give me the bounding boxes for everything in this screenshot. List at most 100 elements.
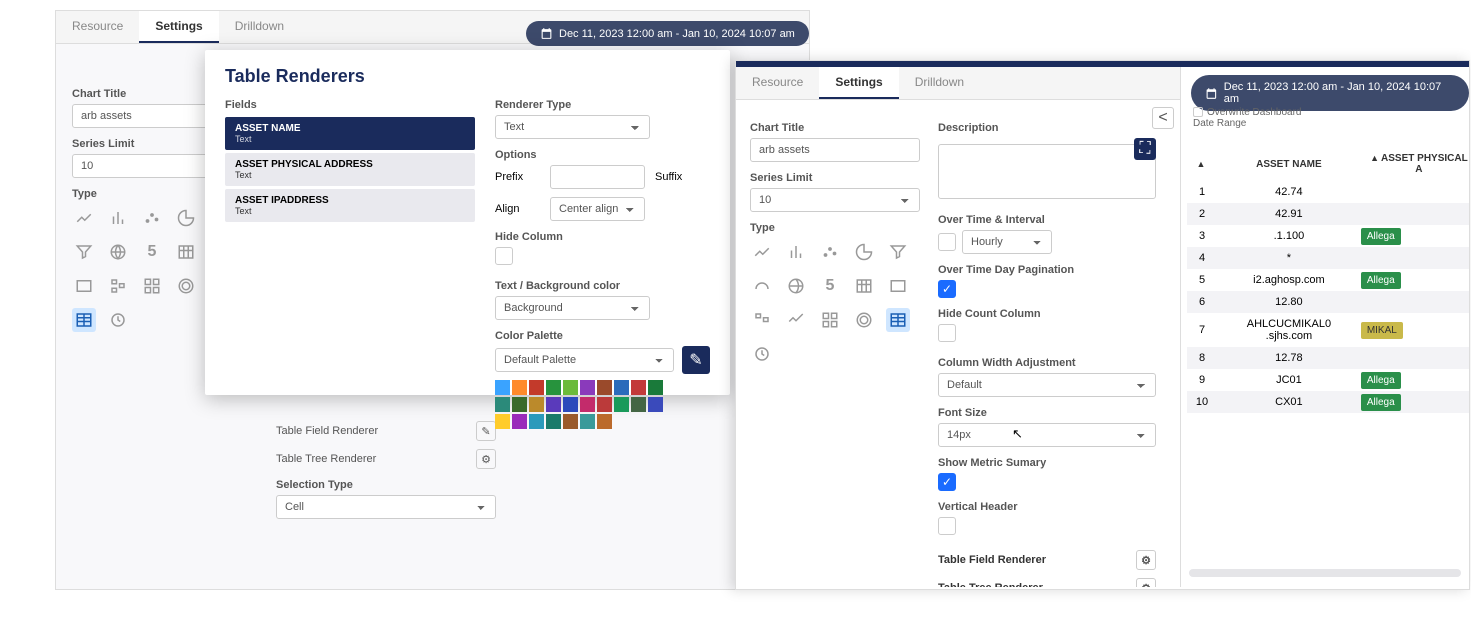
- color-swatch[interactable]: [512, 397, 527, 412]
- r-date-range-pill[interactable]: Dec 11, 2023 12:00 am - Jan 10, 2024 10:…: [1191, 75, 1469, 111]
- color-swatch[interactable]: [614, 397, 629, 412]
- r-table-tree-renderer-gear[interactable]: ⚙: [1136, 578, 1156, 587]
- date-range-pill[interactable]: Dec 11, 2023 12:00 am - Jan 10, 2024 10:…: [526, 21, 809, 46]
- color-swatch[interactable]: [580, 380, 595, 395]
- color-swatch[interactable]: [563, 380, 578, 395]
- table-row[interactable]: 242.91: [1187, 203, 1469, 225]
- number-five-icon[interactable]: 5: [140, 240, 164, 264]
- field-row[interactable]: ASSET PHYSICAL ADDRESSText: [225, 153, 475, 186]
- grid-icon[interactable]: [140, 274, 164, 298]
- th-asset-physical[interactable]: ASSET PHYSICAL A: [1381, 153, 1468, 175]
- card-icon[interactable]: [72, 274, 96, 298]
- color-swatch[interactable]: [529, 380, 544, 395]
- table-row[interactable]: 10CX01Allega: [1187, 391, 1469, 413]
- prefix-input[interactable]: [550, 165, 645, 189]
- r-timeline-icon[interactable]: [750, 342, 774, 366]
- table-row[interactable]: 5i2.aghosp.comAllega: [1187, 269, 1469, 291]
- table-row[interactable]: 3.1.100Allega: [1187, 225, 1469, 247]
- description-expand-button[interactable]: ⛶: [1134, 138, 1156, 160]
- color-swatch[interactable]: [495, 380, 510, 395]
- color-swatch[interactable]: [563, 397, 578, 412]
- table-row[interactable]: 612.80: [1187, 291, 1469, 313]
- color-swatch[interactable]: [512, 380, 527, 395]
- line-chart-icon[interactable]: [72, 206, 96, 230]
- r-gauge-chart-icon[interactable]: [750, 274, 774, 298]
- sort-arrow-icon-2[interactable]: ▲: [1370, 153, 1379, 163]
- hide-count-checkbox[interactable]: [938, 324, 956, 342]
- color-swatch[interactable]: [580, 397, 595, 412]
- horizontal-scrollbar[interactable]: [1189, 569, 1461, 577]
- scatter-chart-icon[interactable]: [140, 206, 164, 230]
- r-globe-icon[interactable]: [784, 274, 808, 298]
- color-swatch[interactable]: [529, 397, 544, 412]
- table-row[interactable]: 7AHLCUCMIKAL0 .sjhs.comMIKAL: [1187, 313, 1469, 347]
- over-time-day-checkbox[interactable]: ✓: [938, 280, 956, 298]
- timeline-icon[interactable]: [106, 308, 130, 332]
- r-number-five-icon[interactable]: 5: [818, 274, 842, 298]
- color-swatch[interactable]: [546, 414, 561, 429]
- palette-select[interactable]: Default Palette: [495, 348, 674, 372]
- color-swatch[interactable]: [597, 414, 612, 429]
- tab-drilldown[interactable]: Drilldown: [219, 11, 300, 43]
- r-table-icon[interactable]: [852, 274, 876, 298]
- description-textarea[interactable]: [938, 144, 1156, 199]
- show-metric-checkbox[interactable]: ✓: [938, 473, 956, 491]
- table-tree-renderer-gear[interactable]: ⚙: [476, 449, 496, 469]
- r-bar-chart-icon[interactable]: [784, 240, 808, 264]
- r-data-table-icon[interactable]: [886, 308, 910, 332]
- renderer-type-select[interactable]: Text: [495, 115, 650, 139]
- r-card-icon[interactable]: [886, 274, 910, 298]
- funnel-chart-icon[interactable]: [72, 240, 96, 264]
- tree-icon[interactable]: [106, 274, 130, 298]
- color-swatch[interactable]: [597, 380, 612, 395]
- color-swatch[interactable]: [648, 380, 663, 395]
- table-icon[interactable]: [174, 240, 198, 264]
- edit-palette-button[interactable]: ✎: [682, 346, 710, 374]
- align-select[interactable]: Center align: [550, 197, 645, 221]
- color-swatch[interactable]: [495, 397, 510, 412]
- r-pie-chart-icon[interactable]: [852, 240, 876, 264]
- sort-arrow-icon[interactable]: ▲: [1197, 159, 1206, 169]
- radar-icon[interactable]: [174, 274, 198, 298]
- color-swatch[interactable]: [529, 414, 544, 429]
- r-tree-icon[interactable]: [750, 308, 774, 332]
- color-swatch[interactable]: [631, 380, 646, 395]
- color-swatch[interactable]: [614, 380, 629, 395]
- r-tab-settings[interactable]: Settings: [819, 67, 898, 99]
- r-tab-resource[interactable]: Resource: [736, 67, 819, 99]
- color-swatch[interactable]: [546, 380, 561, 395]
- r-chart-title-input[interactable]: [750, 138, 920, 162]
- r-funnel-chart-icon[interactable]: [886, 240, 910, 264]
- th-asset-name[interactable]: ASSET NAME: [1217, 147, 1361, 181]
- bar-chart-icon[interactable]: [106, 206, 130, 230]
- color-swatch[interactable]: [580, 414, 595, 429]
- color-swatch[interactable]: [512, 414, 527, 429]
- table-row[interactable]: 9JC01Allega: [1187, 369, 1469, 391]
- col-width-select[interactable]: Default: [938, 373, 1156, 397]
- color-swatch[interactable]: [546, 397, 561, 412]
- r-table-field-renderer-gear[interactable]: ⚙: [1136, 550, 1156, 570]
- table-row[interactable]: 812.78: [1187, 347, 1469, 369]
- r-radar-icon[interactable]: [852, 308, 876, 332]
- r-trend-icon[interactable]: [784, 308, 808, 332]
- r-series-limit-select[interactable]: 10: [750, 188, 920, 212]
- over-time-checkbox[interactable]: [938, 233, 956, 251]
- table-row[interactable]: 4*: [1187, 247, 1469, 269]
- globe-icon[interactable]: [106, 240, 130, 264]
- series-limit-input[interactable]: [72, 154, 220, 178]
- r-tab-drilldown[interactable]: Drilldown: [899, 67, 980, 99]
- field-row[interactable]: ASSET IPADDRESSText: [225, 189, 475, 222]
- selection-type-select[interactable]: Cell: [276, 495, 496, 519]
- color-swatch[interactable]: [563, 414, 578, 429]
- r-overwrite-checkbox[interactable]: [1193, 107, 1203, 117]
- r-grid-icon[interactable]: [818, 308, 842, 332]
- over-time-interval-select[interactable]: Hourly: [962, 230, 1052, 254]
- vertical-header-checkbox[interactable]: [938, 517, 956, 535]
- tab-settings[interactable]: Settings: [139, 11, 218, 43]
- chart-title-input[interactable]: [72, 104, 220, 128]
- color-swatch[interactable]: [495, 414, 510, 429]
- pie-chart-icon[interactable]: [174, 206, 198, 230]
- r-scatter-chart-icon[interactable]: [818, 240, 842, 264]
- color-swatch[interactable]: [631, 397, 646, 412]
- table-row[interactable]: 142.74: [1187, 181, 1469, 203]
